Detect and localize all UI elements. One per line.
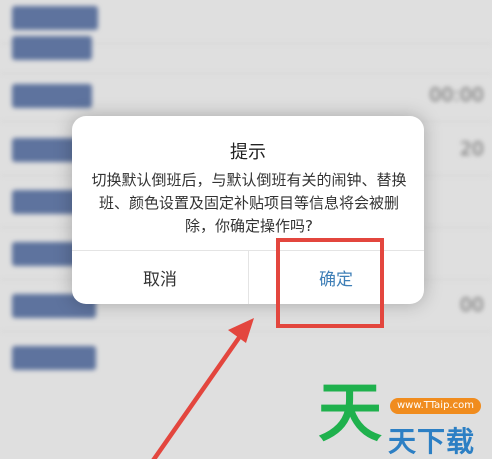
dialog-message: 切换默认倒班后，与默认倒班有关的闹钟、替换班、颜色设置及固定补贴项目等信息将会被…	[91, 171, 407, 235]
site-watermark: 天 www.TTaip.com 天下载	[318, 382, 492, 459]
dialog-title: 提示	[230, 142, 266, 163]
cancel-button[interactable]: 取消	[72, 250, 248, 304]
watermark-logo-glyph: 天	[318, 377, 382, 451]
annotation-highlight-box	[276, 238, 384, 328]
watermark-url: www.TTaip.com	[390, 398, 481, 414]
watermark-text: 天下载	[388, 425, 476, 458]
